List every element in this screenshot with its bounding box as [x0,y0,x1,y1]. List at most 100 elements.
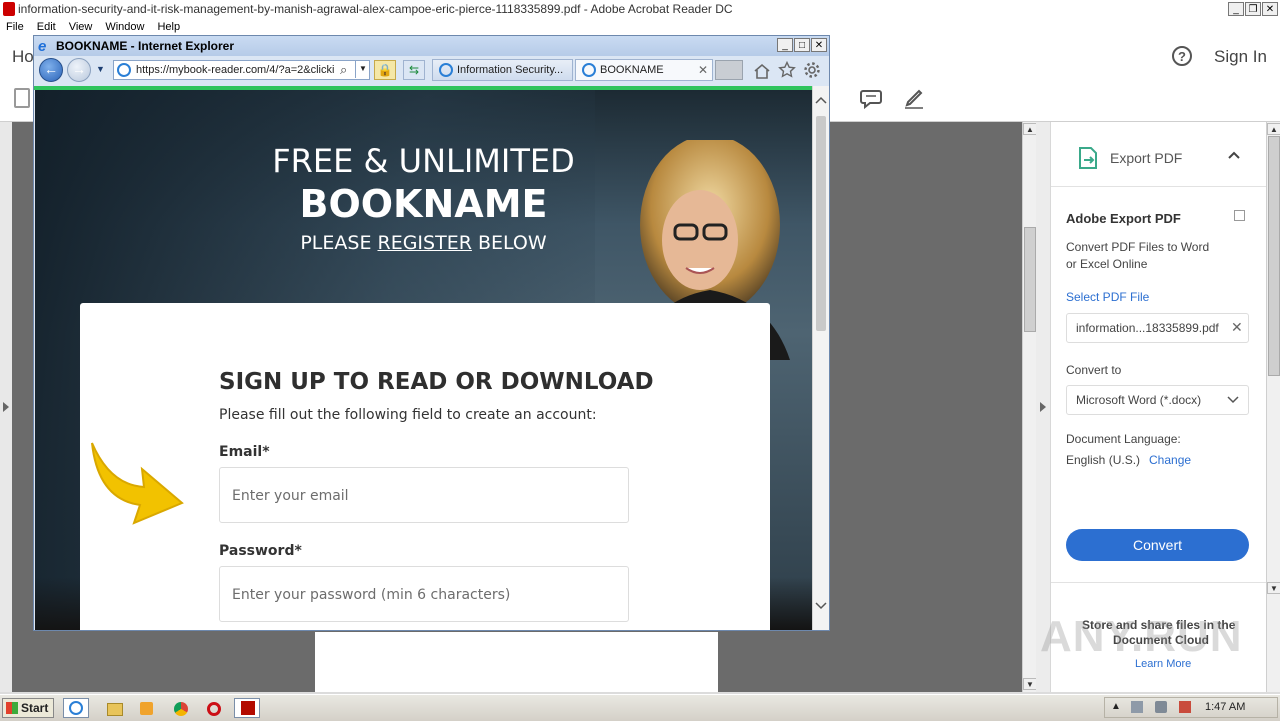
taskbar-ie-icon[interactable] [63,698,89,718]
left-panel-collapse-strip[interactable] [0,122,12,692]
chevron-up-icon[interactable] [1227,150,1241,160]
hero-line-3: PLEASE REGISTER BELOW [300,232,547,254]
scroll-up-icon[interactable]: ▲ [1267,123,1280,135]
expand-left-panel-icon[interactable] [3,402,9,412]
scroll-thumb[interactable] [1024,227,1036,332]
home-icon[interactable] [753,62,771,80]
system-tray: ▲ 1:47 AM [1104,697,1278,718]
minimize-button[interactable]: _ [1228,2,1244,16]
tab-label: BOOKNAME [600,64,664,76]
taskbar: Start ▲ 1:47 AM [0,694,1280,721]
comment-icon[interactable] [859,86,883,110]
close-button[interactable]: ✕ [811,38,827,52]
home-tab[interactable]: Ho [12,47,34,67]
tools-gear-icon[interactable] [803,61,821,79]
sign-in-link[interactable]: Sign In [1214,47,1267,67]
address-bar[interactable]: https://mybook-reader.com/4/?a=2&clicki … [113,60,370,80]
selected-file-name: information...18335899.pdf [1076,321,1219,335]
address-dropdown-icon[interactable]: ▼ [355,60,370,78]
windows-logo-icon [6,702,18,714]
ie-title-bar: e BOOKNAME - Internet Explorer _ □ ✕ [34,36,829,56]
web-page-scrollbar[interactable] [812,86,829,630]
password-field[interactable]: Enter your password (min 6 characters) [219,566,629,622]
tab-information-security[interactable]: Information Security... [432,59,573,81]
signup-subtitle: Please fill out the following field to c… [219,407,597,423]
tab-label: Information Security... [457,64,564,76]
menu-help[interactable]: Help [151,19,187,33]
favorites-star-icon[interactable] [778,61,796,79]
ie-window-controls: _ □ ✕ [777,38,827,52]
lock-icon[interactable]: 🔒 [374,60,396,80]
scroll-thumb[interactable] [1268,136,1280,376]
menu-view[interactable]: View [63,19,100,33]
restore-button[interactable]: ❐ [1245,2,1261,16]
ie-logo-icon: e [38,38,47,55]
menu-file[interactable]: File [0,19,31,33]
taskbar-media-player-icon[interactable] [133,698,159,718]
signup-card: SIGN UP TO READ OR DOWNLOAD Please fill … [80,303,770,630]
refresh-icon[interactable]: ⇆ [403,60,425,80]
start-button[interactable]: Start [2,698,54,718]
right-pane-collapse-strip[interactable] [1036,122,1050,692]
menu-edit[interactable]: Edit [31,19,63,33]
register-link[interactable]: REGISTER [378,232,472,254]
arrow-pointer-icon [91,442,184,525]
ie-window: e BOOKNAME - Internet Explorer _ □ ✕ ← →… [33,35,830,631]
tray-volume-icon[interactable] [1155,701,1167,713]
taskbar-chrome-icon[interactable] [167,698,193,718]
history-dropdown-icon[interactable]: ▼ [96,64,105,74]
maximize-button[interactable]: □ [794,38,810,52]
panel-scrollbar[interactable]: ▲ ▼ [1266,122,1280,692]
help-icon[interactable]: ? [1172,46,1192,66]
search-icon[interactable]: ⌕ [340,62,347,78]
description-line-1: Convert PDF Files to Word [1066,240,1210,254]
scroll-down-icon[interactable]: ▼ [1267,582,1280,594]
back-button[interactable]: ← [39,58,63,82]
ie-page-icon [117,63,131,77]
clear-file-icon[interactable]: ✕ [1231,319,1243,336]
password-label: Password* [219,543,302,559]
save-icon[interactable] [14,88,30,108]
anyrun-watermark: ANY.RUN [1040,612,1243,661]
change-language-link[interactable]: Change [1149,453,1191,467]
document-language-label: Document Language: [1066,432,1181,446]
copy-icon[interactable] [1234,210,1245,221]
close-tab-icon[interactable]: ✕ [698,63,708,77]
new-tab-button[interactable] [715,60,743,80]
menu-window[interactable]: Window [99,19,151,33]
tab-bookname[interactable]: BOOKNAME ✕ [575,59,713,81]
tray-expand-icon[interactable]: ▲ [1111,701,1123,713]
taskbar-acrobat-icon[interactable] [234,698,260,718]
taskbar-opera-icon[interactable] [200,698,226,718]
scroll-up-icon[interactable] [815,96,827,104]
export-pdf-section-title[interactable]: Export PDF [1110,150,1182,166]
forward-button[interactable]: → [67,58,91,82]
export-pdf-panel: Export PDF Adobe Export PDF Convert PDF … [1050,122,1267,692]
scroll-up-icon[interactable]: ▲ [1023,123,1037,135]
acrobat-window-controls: _ ❐ ✕ [1228,2,1278,16]
signup-title: SIGN UP TO READ OR DOWNLOAD [219,369,654,395]
convert-to-dropdown[interactable]: Microsoft Word (*.docx) [1066,385,1249,415]
chevron-down-icon [1227,396,1239,404]
tray-flag-icon[interactable] [1179,701,1191,713]
scroll-down-icon[interactable] [815,602,827,610]
convert-to-value: Microsoft Word (*.docx) [1076,393,1202,407]
scroll-thumb[interactable] [816,116,826,331]
convert-button[interactable]: Convert [1066,529,1249,561]
close-button[interactable]: ✕ [1262,2,1278,16]
clock[interactable]: 1:47 AM [1205,701,1245,713]
select-pdf-file-link[interactable]: Select PDF File [1066,290,1149,304]
document-scrollbar[interactable]: ▲ ▼ [1022,122,1037,692]
scroll-down-icon[interactable]: ▼ [1023,678,1037,690]
taskbar-explorer-icon[interactable] [100,698,126,718]
minimize-button[interactable]: _ [777,38,793,52]
tray-network-icon[interactable] [1131,701,1143,713]
collapse-right-pane-icon[interactable] [1040,402,1046,412]
selected-file-field[interactable]: information...18335899.pdf ✕ [1066,313,1249,343]
email-field[interactable]: Enter your email [219,467,629,523]
ie-window-title: BOOKNAME - Internet Explorer [56,39,235,53]
pdf-app-icon [3,2,15,16]
highlight-pen-icon[interactable] [902,86,926,110]
hero-line-1: FREE & UNLIMITED [272,142,575,180]
acrobat-window-title: information-security-and-it-risk-managem… [18,2,733,16]
